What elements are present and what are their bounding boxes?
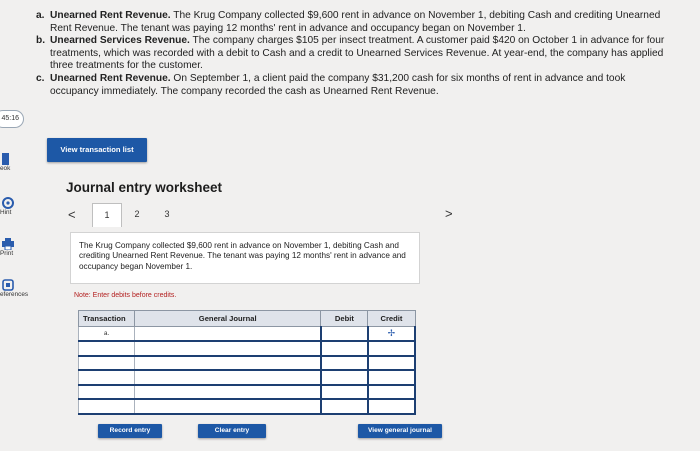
item-letter: c. bbox=[36, 72, 45, 84]
clear-entry-button[interactable]: Clear entry bbox=[198, 424, 266, 438]
debit-cell[interactable] bbox=[320, 341, 369, 357]
worksheet-title: Journal entry worksheet bbox=[66, 180, 223, 195]
credit-cell[interactable] bbox=[367, 341, 417, 357]
sidebar-item-book[interactable]: eok bbox=[0, 152, 34, 172]
credit-cell[interactable] bbox=[367, 370, 417, 386]
sidebar-item-label: eferences bbox=[0, 291, 29, 298]
view-general-journal-button[interactable]: View general journal bbox=[358, 424, 442, 438]
problem-item-b: b. Unearned Services Revenue. The compan… bbox=[36, 35, 666, 73]
transaction-cell bbox=[77, 355, 136, 371]
item-title: Unearned Rent Revenue. bbox=[50, 10, 171, 21]
sidebar-item-hint[interactable]: Hint bbox=[0, 196, 34, 216]
table-row bbox=[77, 399, 417, 415]
sidebar-item-label: Hint bbox=[0, 209, 12, 216]
chevron-left-icon[interactable]: < bbox=[68, 207, 76, 222]
account-cell[interactable] bbox=[134, 355, 322, 371]
table-row: a. ✢ bbox=[77, 326, 417, 342]
transaction-cell: a. bbox=[77, 326, 136, 342]
table-row bbox=[77, 370, 417, 386]
record-entry-button[interactable]: Record entry bbox=[98, 424, 162, 438]
transaction-cell bbox=[77, 341, 136, 357]
credit-cell[interactable] bbox=[367, 355, 417, 371]
problem-item-c: c. Unearned Rent Revenue. On September 1… bbox=[36, 73, 666, 98]
cursor-icon: ✢ bbox=[387, 328, 396, 338]
account-cell[interactable] bbox=[134, 399, 322, 415]
tab-1[interactable]: 1 bbox=[92, 203, 122, 227]
sidebar-item-print[interactable]: Print bbox=[0, 237, 34, 257]
item-title: Unearned Services Revenue. bbox=[50, 35, 190, 47]
header-credit: Credit bbox=[367, 310, 416, 327]
sidebar-item-label: eok bbox=[0, 165, 11, 172]
item-letter: a. bbox=[36, 10, 45, 21]
debit-cell[interactable] bbox=[320, 399, 369, 415]
hint-icon bbox=[2, 196, 14, 209]
table-row bbox=[77, 384, 417, 400]
item-letter: b. bbox=[36, 35, 46, 47]
sidebar-item-label: Print bbox=[0, 250, 14, 257]
credit-cell[interactable] bbox=[367, 399, 417, 415]
transaction-cell bbox=[77, 384, 136, 400]
header-general-journal: General Journal bbox=[134, 310, 322, 327]
tab-2[interactable]: 2 bbox=[122, 203, 152, 227]
view-transaction-list-button[interactable]: View transaction list bbox=[47, 138, 147, 162]
chevron-right-icon[interactable]: > bbox=[445, 206, 453, 221]
debit-cell[interactable] bbox=[320, 370, 369, 386]
table-row bbox=[77, 341, 417, 357]
tab-3[interactable]: 3 bbox=[152, 203, 182, 227]
worksheet-tabs: 1 2 3 bbox=[92, 203, 182, 227]
problem-statement: a. Unearned Rent Revenue. The Krug Compa… bbox=[36, 10, 666, 98]
account-cell[interactable] bbox=[134, 326, 322, 342]
credit-cell[interactable]: ✢ bbox=[367, 326, 417, 342]
debit-cell[interactable] bbox=[320, 326, 369, 342]
transaction-description: The Krug Company collected $9,600 rent i… bbox=[70, 232, 420, 284]
item-title: Unearned Rent Revenue. bbox=[50, 72, 171, 84]
table-row bbox=[77, 355, 417, 371]
account-cell[interactable] bbox=[134, 384, 322, 400]
account-cell[interactable] bbox=[134, 370, 322, 386]
header-debit: Debit bbox=[320, 310, 369, 327]
entry-note: Note: Enter debits before credits. bbox=[74, 292, 177, 299]
account-cell[interactable] bbox=[134, 341, 322, 357]
transaction-cell bbox=[77, 399, 136, 415]
credit-cell[interactable] bbox=[367, 384, 417, 400]
debit-cell[interactable] bbox=[320, 384, 369, 400]
sidebar-item-references[interactable]: eferences bbox=[0, 278, 34, 298]
table-header-row: Transaction General Journal Debit Credit bbox=[77, 310, 416, 327]
header-transaction: Transaction bbox=[77, 310, 136, 327]
left-sidebar: 45:16 eok Hint Print eferences bbox=[0, 0, 34, 451]
journal-table: Transaction General Journal Debit Credit… bbox=[77, 310, 417, 415]
references-icon bbox=[2, 278, 14, 291]
problem-item-a: a. Unearned Rent Revenue. The Krug Compa… bbox=[36, 10, 666, 35]
timer: 45:16 bbox=[0, 110, 24, 128]
print-icon bbox=[2, 237, 14, 251]
transaction-cell bbox=[77, 370, 136, 386]
book-icon bbox=[2, 152, 14, 165]
debit-cell[interactable] bbox=[320, 355, 369, 371]
